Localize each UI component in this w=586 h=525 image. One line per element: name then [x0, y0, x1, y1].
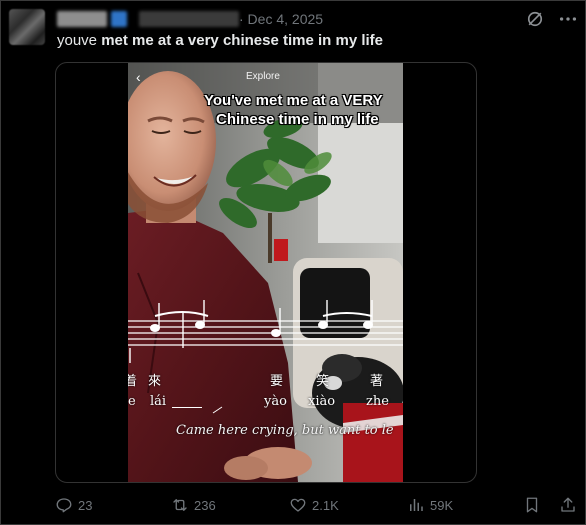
explore-label: Explore	[246, 71, 280, 82]
like-count: 2.1K	[312, 497, 339, 513]
post-text-bold: met me at a very chinese time in my life	[101, 32, 383, 49]
verified-badge-redacted	[111, 11, 127, 27]
reply-icon	[56, 498, 72, 513]
reply-count: 23	[78, 497, 93, 513]
lyric-pinyin-1: e	[128, 394, 136, 409]
post-text-prefix: youve	[57, 32, 102, 49]
repost-count: 236	[194, 497, 216, 513]
lyric-pinyin-4: xiào	[308, 394, 336, 409]
lyric-han-3: 要	[270, 374, 284, 389]
post-text: youve met me at a very chinese time in m…	[57, 32, 383, 50]
author-handle-redacted[interactable]	[139, 11, 239, 27]
bookmark-button[interactable]	[523, 495, 541, 515]
share-icon	[561, 497, 575, 512]
lyric-han-5: 著	[370, 374, 384, 389]
lyric-pinyin-5: zhe	[366, 394, 389, 409]
avatar[interactable]	[9, 9, 45, 45]
overlay-line-1: You've met me at a VERY	[204, 92, 383, 109]
video-media[interactable]: ‹ Explore You've met me at a VERY Chines…	[55, 62, 477, 483]
post-date[interactable]: · Dec 4, 2025	[239, 10, 323, 28]
video-frame[interactable]: ‹ Explore You've met me at a VERY Chines…	[128, 63, 403, 482]
post-card[interactable]: · Dec 4, 2025 youve met me at a very chi…	[0, 0, 586, 525]
views-button[interactable]: 59K	[407, 495, 453, 515]
overlay-line-2: Chinese time in my life	[216, 111, 379, 128]
back-chevron-icon[interactable]: ‹	[136, 69, 141, 85]
repost-button[interactable]: 236	[171, 495, 216, 515]
bookmark-icon	[526, 497, 538, 513]
views-icon	[410, 499, 423, 511]
video-overlay-title: You've met me at a VERY Chinese time in …	[204, 91, 403, 129]
lyric-underline	[172, 407, 202, 408]
lyric-pinyin-2: lái	[150, 394, 167, 409]
repost-icon	[173, 499, 187, 511]
lyric-han-2: 來	[148, 374, 162, 389]
reply-button[interactable]: 23	[55, 495, 92, 515]
grok-icon[interactable]	[525, 9, 545, 29]
video-subtitle: Came here crying, but want to le	[176, 423, 394, 438]
lyric-pinyin-3: yào	[264, 394, 287, 409]
heart-icon	[290, 498, 306, 512]
views-count: 59K	[430, 497, 454, 513]
more-icon[interactable]	[557, 9, 579, 29]
lyric-han-1: 着	[128, 370, 137, 389]
lyric-han-4: 笑	[316, 374, 330, 389]
share-button[interactable]	[559, 495, 577, 515]
like-button[interactable]: 2.1K	[289, 495, 339, 515]
author-name-redacted[interactable]	[57, 11, 107, 27]
